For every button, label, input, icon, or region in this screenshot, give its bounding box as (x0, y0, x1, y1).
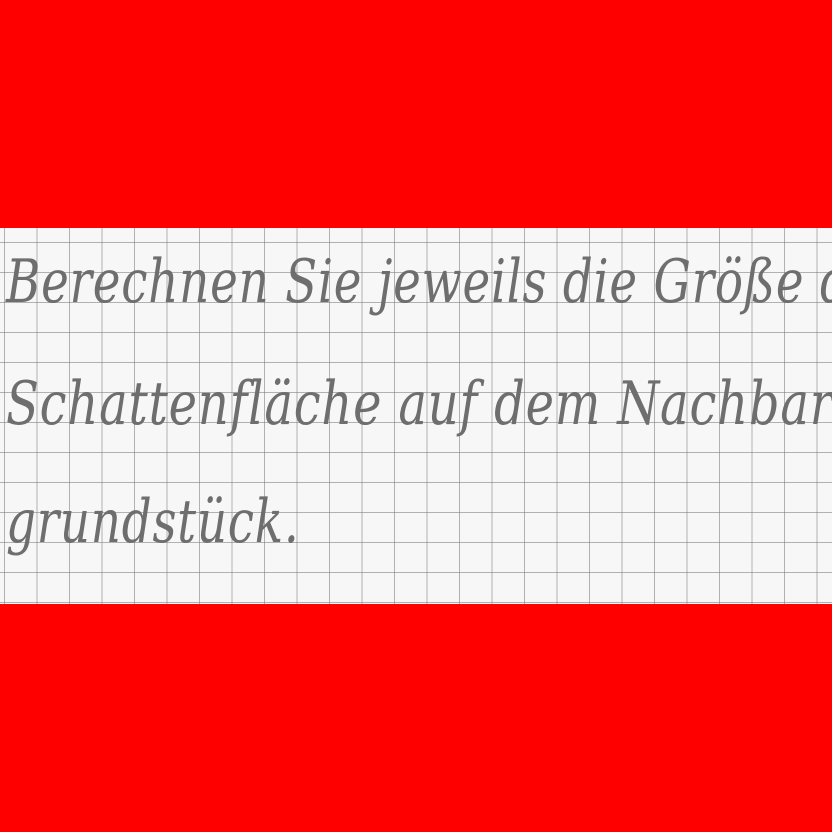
handwritten-line-1: Berechnen Sie jeweils die Größe der (6, 247, 832, 317)
handwritten-text-block: Berechnen Sie jeweils die Größe der Scha… (0, 228, 832, 604)
grid-paper: Berechnen Sie jeweils die Größe der Scha… (0, 228, 832, 604)
red-border-top (0, 0, 832, 228)
handwritten-line-2: Schattenfläche auf dem Nachbar- (6, 369, 832, 439)
handwritten-line-3: grundstück. (6, 487, 300, 557)
red-border-bottom (0, 604, 832, 832)
image-frame: Berechnen Sie jeweils die Größe der Scha… (0, 0, 832, 832)
